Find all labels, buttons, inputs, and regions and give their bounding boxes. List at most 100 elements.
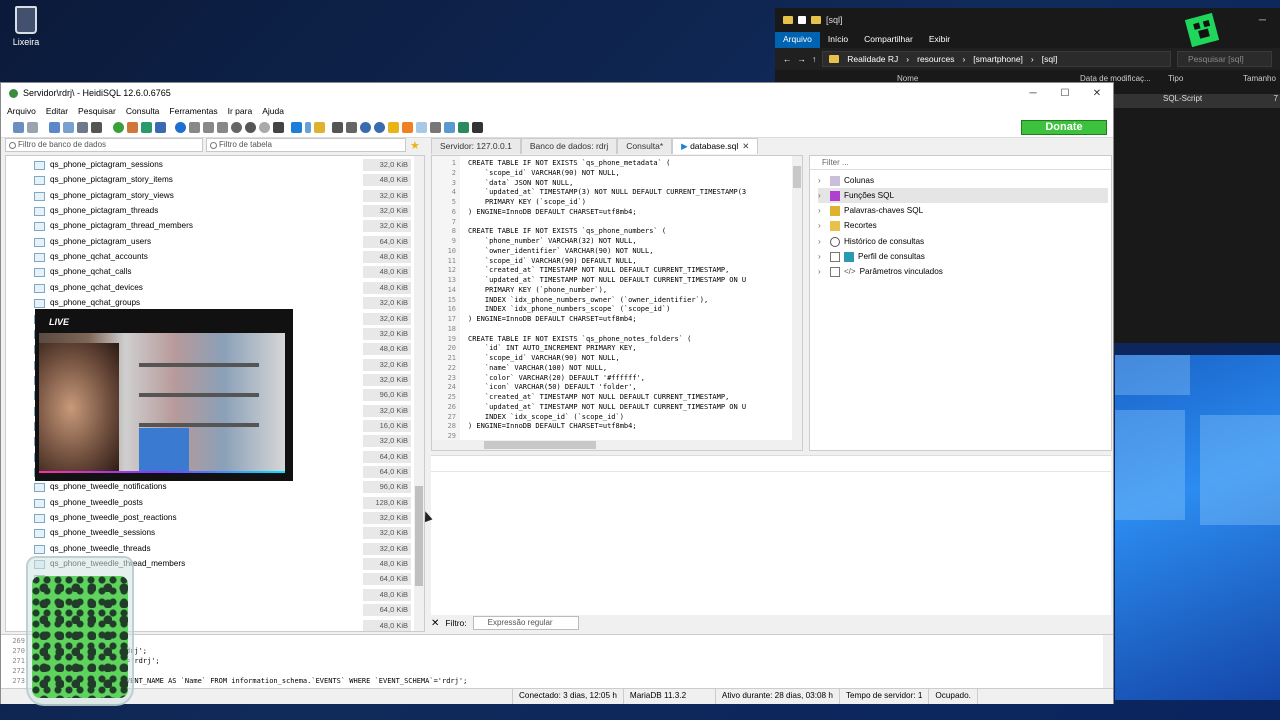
- table-row[interactable]: qs_phone_pictagram_story_views 32,0 KiB: [6, 189, 416, 204]
- clear-icon[interactable]: [472, 122, 483, 133]
- sql-log[interactable]: 269 OM `rdrj`;270 WHERE `Db`='rdrj';271 …: [1, 634, 1113, 688]
- code-line: 23 `color` VARCHAR(20) DEFAULT '#ffffff'…: [432, 374, 645, 384]
- binary-icon[interactable]: [416, 122, 427, 133]
- minimize-icon[interactable]: ─: [1259, 15, 1266, 26]
- disconnect-icon[interactable]: [27, 122, 38, 133]
- menu-consulta[interactable]: Consulta: [126, 106, 160, 116]
- next-icon[interactable]: [217, 122, 228, 133]
- print-icon[interactable]: [91, 122, 102, 133]
- menu-ajuda[interactable]: Ajuda: [262, 106, 284, 116]
- wrap-icon[interactable]: [430, 122, 441, 133]
- results-grid[interactable]: [431, 471, 1111, 613]
- ribbon-tab-inicio[interactable]: Início: [820, 32, 856, 48]
- undo-icon[interactable]: [77, 122, 88, 133]
- menu-ferramentas[interactable]: Ferramentas: [169, 106, 217, 116]
- explorer-search-input[interactable]: Pesquisar [sql]: [1177, 51, 1272, 67]
- back-arrow-icon[interactable]: ←: [783, 54, 792, 64]
- session-manager-icon[interactable]: [13, 122, 24, 133]
- table-row[interactable]: qs_phone_pictagram_thread_members 32,0 Ki…: [6, 219, 416, 234]
- table-row[interactable]: qs_phone_pictagram_users 64,0 KiB: [6, 235, 416, 250]
- table-row[interactable]: qs_phone_pictagram_threads 32,0 KiB: [6, 204, 416, 219]
- code-line: 11 `scope_id` VARCHAR(90) DEFAULT NULL,: [432, 257, 637, 267]
- helpers-filter-input[interactable]: Filter ...: [810, 156, 1111, 170]
- ribbon-tab-exibir[interactable]: Exibir: [921, 32, 958, 48]
- import-icon[interactable]: [141, 122, 152, 133]
- breadcrumb-item[interactable]: Realidade RJ: [847, 54, 898, 64]
- helper-historico[interactable]: › Histórico de consultas: [818, 234, 1108, 249]
- helper-colunas[interactable]: › Colunas: [818, 173, 1108, 188]
- tab-consulta[interactable]: Consulta*: [617, 138, 673, 154]
- table-row[interactable]: qs_phone_tweedle_sessions 32,0 KiB: [6, 526, 416, 541]
- close-tab-icon[interactable]: ✕: [742, 141, 749, 151]
- up-arrow-icon[interactable]: ↑: [812, 54, 816, 64]
- table-row[interactable]: qs_phone_tweedle_posts 128,0 KiB: [6, 496, 416, 511]
- table-row[interactable]: qs_phone_pictagram_sessions 32,0 KiB: [6, 158, 416, 173]
- refresh-icon[interactable]: [113, 122, 124, 133]
- run-options-icon[interactable]: [305, 122, 311, 133]
- helper-perfil[interactable]: › Perfil de consultas: [818, 249, 1108, 264]
- helper-palavras-chaves[interactable]: › Palavras-chaves SQL: [818, 203, 1108, 218]
- breadcrumb-item[interactable]: [smartphone]: [973, 54, 1023, 64]
- export-icon[interactable]: [155, 122, 166, 133]
- menu-ir-para[interactable]: Ir para: [228, 106, 253, 116]
- ribbon-tab-compartilhar[interactable]: Compartilhar: [856, 32, 921, 48]
- table-row[interactable]: qs_phone_qchat_devices 48,0 KiB: [6, 281, 416, 296]
- close-icon[interactable]: [273, 122, 284, 133]
- forward-arrow-icon[interactable]: →: [798, 54, 807, 64]
- breadcrumb-item[interactable]: [sql]: [1042, 54, 1058, 64]
- sql-editor[interactable]: 1 CREATE TABLE IF NOT EXISTS `qs_phone_me…: [431, 155, 803, 451]
- table-filter-input[interactable]: Filtro de tabela: [206, 138, 406, 152]
- save-as-icon[interactable]: [346, 122, 357, 133]
- tab-servidor[interactable]: Servidor: 127.0.0.1: [431, 138, 521, 154]
- minimize-icon[interactable]: ─: [1017, 88, 1049, 99]
- sort-icon[interactable]: [458, 122, 469, 133]
- editor-horizontal-scrollbar[interactable]: [432, 440, 802, 450]
- favorite-star-icon[interactable]: ★: [410, 139, 420, 152]
- helper-recortes[interactable]: › Recortes: [818, 218, 1108, 233]
- table-row[interactable]: qs_phone_qchat_accounts 48,0 KiB: [6, 250, 416, 265]
- donate-button[interactable]: Donate: [1021, 120, 1107, 135]
- close-icon[interactable]: ✕: [1081, 88, 1113, 99]
- recycle-bin-shortcut[interactable]: Lixeira: [8, 6, 44, 47]
- ribbon-tab-arquivo[interactable]: Arquivo: [775, 32, 820, 48]
- tab-database-sql[interactable]: ▶ database.sql ✕: [672, 138, 759, 154]
- help-icon[interactable]: [175, 122, 186, 133]
- column-header-size[interactable]: Tamanho: [1243, 74, 1276, 90]
- menu-arquivo[interactable]: Arquivo: [7, 106, 36, 116]
- paste-icon[interactable]: [63, 122, 74, 133]
- format-icon[interactable]: [388, 122, 399, 133]
- open-folder-icon[interactable]: [314, 122, 325, 133]
- first-icon[interactable]: [189, 122, 200, 133]
- editor-vertical-scrollbar[interactable]: [792, 156, 802, 442]
- database-filter-input[interactable]: Filtro de banco de dados: [5, 138, 203, 152]
- table-row[interactable]: qs_phone_tweedle_notifications 96,0 KiB: [6, 480, 416, 495]
- zoom-out-icon[interactable]: [374, 122, 385, 133]
- table-row[interactable]: qs_phone_qchat_calls 48,0 KiB: [6, 265, 416, 280]
- breadcrumb-item[interactable]: resources: [917, 54, 954, 64]
- tab-banco-de-dados[interactable]: Banco de dados: rdrj: [520, 138, 618, 154]
- maximize-icon[interactable]: ☐: [1049, 88, 1081, 99]
- zoom-in-icon[interactable]: [360, 122, 371, 133]
- previous-icon[interactable]: [203, 122, 214, 133]
- regex-filter-input[interactable]: Expressão regular: [472, 616, 579, 630]
- menu-editar[interactable]: Editar: [46, 106, 68, 116]
- log-scrollbar[interactable]: [1103, 635, 1113, 688]
- sync-icon[interactable]: [444, 122, 455, 133]
- cancel-icon[interactable]: [245, 122, 256, 133]
- save-icon[interactable]: [332, 122, 343, 133]
- helper-funcoes-sql[interactable]: › Funções SQL: [818, 188, 1108, 203]
- table-row[interactable]: qs_phone_pictagram_story_items 48,0 KiB: [6, 173, 416, 188]
- table-row[interactable]: qs_phone_tweedle_threads 32,0 KiB: [6, 542, 416, 557]
- ok-icon[interactable]: [259, 122, 270, 133]
- run-query-icon[interactable]: [291, 122, 302, 133]
- copy-icon[interactable]: [49, 122, 60, 133]
- helper-parametros[interactable]: › </> Parâmetros vinculados: [818, 264, 1108, 279]
- column-header-type[interactable]: Tipo: [1168, 74, 1243, 90]
- address-path[interactable]: Realidade RJ › resources › [smartphone] …: [822, 51, 1171, 67]
- close-filter-icon[interactable]: ✕: [431, 618, 439, 629]
- highlight-icon[interactable]: [402, 122, 413, 133]
- stop-icon[interactable]: [231, 122, 242, 133]
- users-icon[interactable]: [127, 122, 138, 133]
- menu-pesquisar[interactable]: Pesquisar: [78, 106, 116, 116]
- table-row[interactable]: qs_phone_tweedle_post_reactions 32,0 KiB: [6, 511, 416, 526]
